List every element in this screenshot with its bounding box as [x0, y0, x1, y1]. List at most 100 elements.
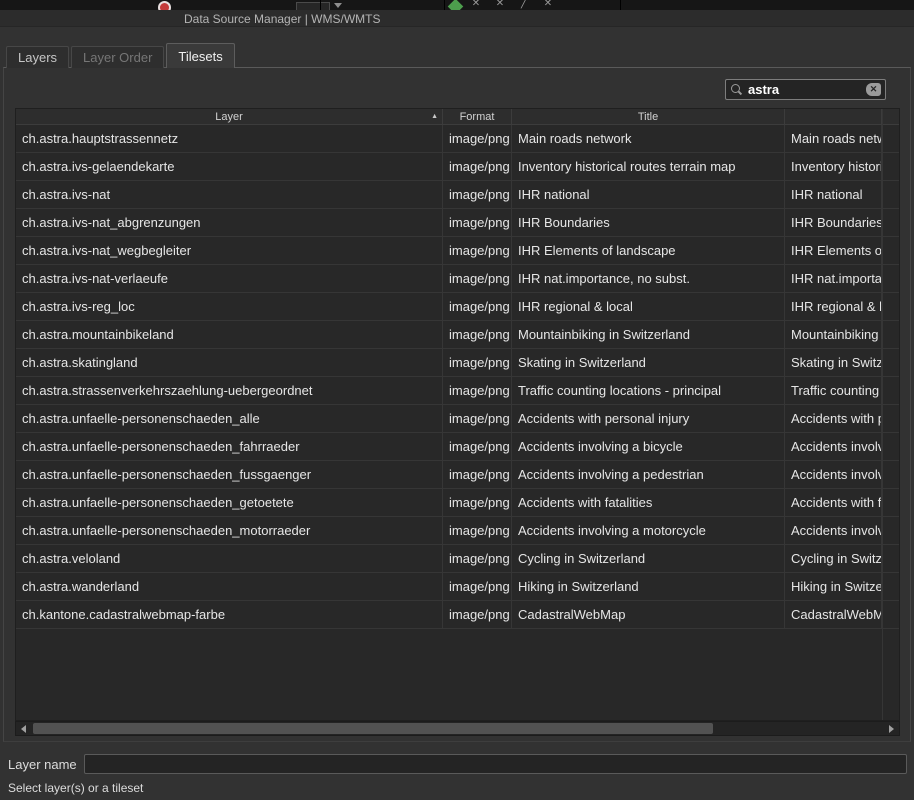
scroll-left-button[interactable]	[16, 722, 31, 735]
cell-abstract: Accidents with fatalities	[785, 489, 882, 516]
table-row[interactable]: ch.kantone.cadastralwebmap-farbeimage/pn…	[16, 601, 899, 629]
merge-tool-icon[interactable]: ✕	[542, 0, 554, 10]
table-row[interactable]: ch.astra.ivs-nat_wegbegleiterimage/pngIH…	[16, 237, 899, 265]
scale-widget[interactable]	[296, 2, 330, 10]
column-header-layer[interactable]: Layer ▲	[16, 109, 443, 124]
table-row[interactable]: ch.astra.unfaelle-personenschaeden_allei…	[16, 405, 899, 433]
cell-layer: ch.astra.ivs-nat-verlaeufe	[16, 265, 443, 292]
cell-title: IHR Boundaries	[512, 209, 785, 236]
cell-spacer	[882, 433, 899, 460]
cell-abstract: IHR regional & local	[785, 293, 882, 320]
scroll-right-icon	[889, 725, 894, 733]
cell-format: image/png	[443, 265, 512, 292]
table-row[interactable]: ch.astra.ivs-gelaendekarteimage/pngInven…	[16, 153, 899, 181]
cell-abstract: Accidents involving a motorcycle	[785, 517, 882, 544]
cell-title: Inventory historical routes terrain map	[512, 153, 785, 180]
data-source-manager-dialog: ✕ ✕ ╱ ✕ Data Source Manager | WMS/WMTS L…	[0, 0, 914, 800]
table-row[interactable]: ch.astra.mountainbikelandimage/pngMounta…	[16, 321, 899, 349]
cell-abstract: Mountainbiking in Switzerland	[785, 321, 882, 348]
cell-abstract: Accidents involving a bicycle	[785, 433, 882, 460]
dropdown-caret-icon[interactable]	[334, 3, 342, 8]
cell-title: Skating in Switzerland	[512, 349, 785, 376]
table-row[interactable]: ch.astra.hauptstrassennetzimage/pngMain …	[16, 125, 899, 153]
cell-spacer	[882, 265, 899, 292]
cell-spacer	[882, 489, 899, 516]
table-row[interactable]: ch.astra.velolandimage/pngCycling in Swi…	[16, 545, 899, 573]
cell-layer: ch.astra.wanderland	[16, 573, 443, 600]
cell-spacer	[882, 293, 899, 320]
scroll-right-button[interactable]	[884, 722, 899, 735]
column-header-spacer	[882, 109, 899, 124]
cell-layer: ch.astra.unfaelle-personenschaeden_alle	[16, 405, 443, 432]
table-row[interactable]: ch.astra.strassenverkehrszaehlung-ueberg…	[16, 377, 899, 405]
search-value[interactable]: astra	[748, 82, 866, 97]
column-header-title[interactable]: Title	[512, 109, 785, 124]
cell-layer: ch.astra.ivs-reg_loc	[16, 293, 443, 320]
horizontal-scrollbar[interactable]	[15, 721, 900, 736]
cell-layer: ch.astra.ivs-gelaendekarte	[16, 153, 443, 180]
search-input[interactable]: astra ✕	[725, 79, 886, 100]
cell-spacer	[882, 405, 899, 432]
cut-tool-icon[interactable]: ✕	[494, 0, 506, 10]
cell-spacer	[882, 377, 899, 404]
sort-ascending-icon: ▲	[431, 113, 438, 121]
cell-format: image/png	[443, 433, 512, 460]
cell-spacer	[882, 181, 899, 208]
status-text: Select layer(s) or a tileset	[8, 781, 143, 795]
cell-spacer	[882, 153, 899, 180]
tab-label: Layers	[18, 50, 57, 65]
scrollbar-thumb[interactable]	[33, 723, 713, 734]
column-header-format[interactable]: Format	[443, 109, 512, 124]
cell-format: image/png	[443, 125, 512, 152]
column-header-label: Layer	[215, 111, 243, 123]
cell-title: Accidents involving a bicycle	[512, 433, 785, 460]
table-row[interactable]: ch.astra.skatinglandimage/pngSkating in …	[16, 349, 899, 377]
cell-format: image/png	[443, 321, 512, 348]
table-row[interactable]: ch.astra.ivs-nat-verlaeufeimage/png IHR n…	[16, 265, 899, 293]
clear-search-icon[interactable]: ✕	[866, 83, 881, 96]
tab-label: Layer Order	[83, 50, 152, 65]
cell-title: Accidents involving a pedestrian	[512, 461, 785, 488]
cell-layer: ch.astra.ivs-nat_abgrenzungen	[16, 209, 443, 236]
table-row[interactable]: ch.astra.ivs-nat_abgrenzungenimage/pngIH…	[16, 209, 899, 237]
tileset-table-body: ch.astra.hauptstrassennetzimage/pngMain …	[16, 125, 899, 629]
cell-spacer	[882, 545, 899, 572]
cell-abstract: IHR nat.importance, no subst.	[785, 265, 882, 292]
green-vertex-icon[interactable]	[448, 0, 464, 10]
cell-format: image/png	[443, 573, 512, 600]
cell-format: image/png	[443, 293, 512, 320]
cell-spacer	[882, 349, 899, 376]
cell-spacer	[882, 517, 899, 544]
table-row[interactable]: ch.astra.unfaelle-personenschaeden_getoe…	[16, 489, 899, 517]
cell-abstract: Inventory historical routes terrain map	[785, 153, 882, 180]
layer-name-input[interactable]	[84, 754, 907, 774]
table-row[interactable]: ch.astra.ivs-reg_locimage/png IHR regiona…	[16, 293, 899, 321]
dialog-titlebar[interactable]: Data Source Manager | WMS/WMTS	[0, 10, 914, 27]
cell-title: Hiking in Switzerland	[512, 573, 785, 600]
vertex-tool-icon[interactable]: ✕	[470, 0, 482, 10]
cell-spacer	[882, 209, 899, 236]
table-row[interactable]: ch.astra.unfaelle-personenschaeden_fahrr…	[16, 433, 899, 461]
table-row[interactable]: ch.astra.unfaelle-personenschaeden_fussg…	[16, 461, 899, 489]
scroll-left-icon	[21, 725, 26, 733]
split-tool-icon[interactable]: ╱	[518, 0, 530, 10]
scrollbar-track[interactable]	[31, 722, 884, 735]
cell-title: CadastralWebMap	[512, 601, 785, 628]
cell-spacer	[882, 125, 899, 152]
column-header-label: Title	[638, 111, 658, 123]
tab-layers[interactable]: Layers	[6, 46, 69, 68]
cell-title: Main roads network	[512, 125, 785, 152]
table-row[interactable]: ch.astra.ivs-natimage/pngIHR nationalIHR…	[16, 181, 899, 209]
tab-tilesets[interactable]: Tilesets	[166, 43, 234, 68]
cell-title: IHR Elements of landscape	[512, 237, 785, 264]
cell-layer: ch.astra.skatingland	[16, 349, 443, 376]
column-header-abstract[interactable]	[785, 109, 882, 124]
cell-format: image/png	[443, 181, 512, 208]
record-red-icon[interactable]	[158, 1, 171, 10]
tilesets-table: Layer ▲ Format Title ch.astra.hauptstras…	[15, 108, 900, 721]
dialog-title: Data Source Manager | WMS/WMTS	[184, 12, 381, 26]
cell-format: image/png	[443, 153, 512, 180]
cell-format: image/png	[443, 405, 512, 432]
table-row[interactable]: ch.astra.unfaelle-personenschaeden_motor…	[16, 517, 899, 545]
table-row[interactable]: ch.astra.wanderlandimage/pngHiking in Sw…	[16, 573, 899, 601]
